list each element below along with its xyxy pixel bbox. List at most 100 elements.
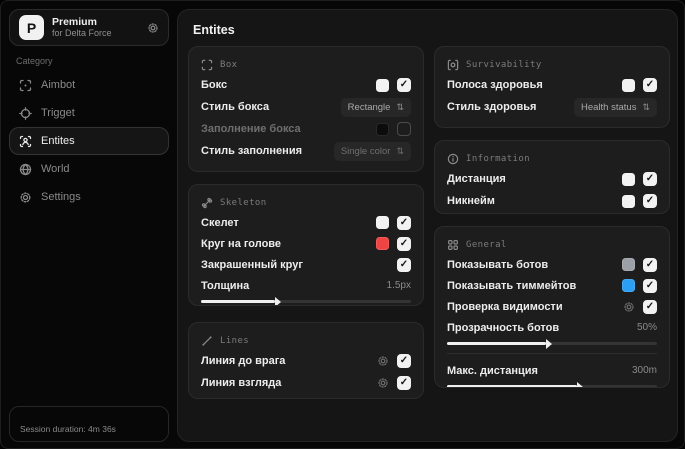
sidebar-item-aimbot[interactable]: Aimbot — [9, 71, 169, 99]
card-title: Skeleton — [220, 197, 267, 208]
box-fill-color-swatch[interactable] — [376, 122, 389, 136]
slider-fill — [201, 296, 280, 305]
fill-style-select[interactable]: Single color ⇅ — [333, 141, 411, 161]
box-style-select[interactable]: Rectangle ⇅ — [340, 97, 411, 117]
box-fill-checkbox[interactable] — [397, 122, 411, 136]
health-bar-color-swatch[interactable] — [622, 78, 635, 92]
max-distance-slider[interactable] — [447, 381, 657, 387]
bot-opacity-label: Прозрачность ботов — [447, 321, 560, 334]
session-duration: Session duration: 4m 36s — [20, 424, 116, 434]
bot-opacity-value: 50% — [636, 322, 657, 333]
view-line-label: Линия взгляда — [201, 377, 282, 389]
box-checkbox[interactable] — [397, 78, 411, 92]
max-distance-value: 300m — [631, 365, 657, 376]
lines-card: Lines Линия до врага Линия взгляда — [188, 322, 424, 399]
skeleton-toggle-label: Скелет — [201, 216, 239, 229]
app-window: P Premium for Delta Force Category Aimbo… — [0, 0, 685, 449]
card-title: Box — [220, 59, 238, 70]
category-label: Category — [16, 56, 53, 66]
box-card: Box Бокс Стиль бокса Rectangle ⇅ Заполне… — [188, 46, 424, 172]
sidebar-item-world[interactable]: World — [9, 155, 169, 183]
main-panel: Entites Box Бокс Стиль бокса Rectangle — [177, 9, 678, 442]
show-teammates-checkbox[interactable] — [643, 278, 657, 293]
chevron-up-down-icon: ⇅ — [396, 101, 404, 112]
divider — [447, 353, 657, 354]
slider-fill — [447, 381, 584, 387]
information-icon — [447, 153, 459, 164]
nickname-label: Никнейм — [447, 195, 495, 207]
filled-circle-label: Закрашенный круг — [201, 258, 303, 271]
skeleton-icon — [201, 197, 213, 208]
sidebar-item-label: World — [41, 163, 70, 175]
view-line-checkbox[interactable] — [397, 376, 411, 390]
thickness-slider[interactable] — [201, 296, 411, 305]
teammates-color-swatch[interactable] — [622, 279, 635, 292]
distance-checkbox[interactable] — [643, 172, 657, 186]
line-settings-gear-icon[interactable] — [377, 355, 389, 367]
enemy-line-label: Линия до врага — [201, 355, 286, 367]
head-circle-color-swatch[interactable] — [376, 237, 389, 250]
fill-style-label: Стиль заполнения — [201, 145, 303, 157]
distance-color-swatch[interactable] — [622, 172, 635, 186]
brand-subtitle: for Delta Force — [52, 28, 112, 39]
page-title: Entites — [193, 23, 235, 37]
card-title: Information — [466, 153, 531, 164]
bots-color-swatch[interactable] — [622, 258, 635, 271]
filled-circle-checkbox[interactable] — [397, 257, 411, 272]
line-settings-gear-icon[interactable] — [377, 377, 389, 389]
show-bots-label: Показывать ботов — [447, 258, 549, 271]
chevron-up-down-icon: ⇅ — [642, 101, 650, 112]
brand-card: P Premium for Delta Force — [9, 9, 169, 46]
world-icon — [19, 163, 32, 175]
head-circle-label: Круг на голове — [201, 237, 282, 250]
box-color-swatch[interactable] — [376, 78, 389, 92]
brand-title: Premium — [52, 16, 97, 29]
sidebar-item-label: Trigget — [41, 107, 75, 119]
session-box: Session duration: 4m 36s — [9, 406, 169, 442]
sidebar-item-settings[interactable]: Settings — [9, 183, 169, 211]
sidebar-item-label: Settings — [41, 191, 81, 203]
nickname-checkbox[interactable] — [643, 194, 657, 208]
survivability-card: Survivability Полоса здоровья Стиль здор… — [434, 46, 670, 128]
aimbot-icon — [19, 79, 32, 91]
survivability-icon — [447, 59, 459, 70]
enemy-line-checkbox[interactable] — [397, 354, 411, 368]
skeleton-color-swatch[interactable] — [376, 216, 389, 229]
show-bots-checkbox[interactable] — [643, 257, 657, 272]
sidebar-item-label: Aimbot — [41, 79, 76, 91]
nickname-color-swatch[interactable] — [622, 194, 635, 208]
bot-opacity-slider[interactable] — [447, 338, 657, 349]
card-title: General — [466, 239, 507, 250]
box-toggle-label: Бокс — [201, 79, 228, 91]
box-style-label: Стиль бокса — [201, 101, 270, 113]
sidebar-item-entites[interactable]: Entites — [9, 127, 169, 155]
general-icon — [448, 239, 458, 250]
head-circle-checkbox[interactable] — [397, 236, 411, 251]
skeleton-checkbox[interactable] — [397, 215, 411, 230]
distance-label: Дистанция — [447, 173, 506, 185]
trigger-icon — [19, 106, 32, 120]
thickness-value: 1.5px — [386, 280, 411, 291]
gear-icon[interactable] — [147, 22, 159, 34]
health-bar-label: Полоса здоровья — [447, 79, 543, 91]
brand-logo: P — [19, 15, 44, 40]
visibility-check-checkbox[interactable] — [643, 299, 657, 314]
skeleton-card: Skeleton Скелет Круг на голове Закрашенн… — [188, 184, 424, 306]
health-style-label: Стиль здоровья — [447, 101, 537, 113]
slider-fill — [447, 338, 552, 349]
settings-gear-icon — [20, 192, 31, 202]
entities-icon — [19, 135, 32, 147]
max-distance-label: Макс. дистанция — [447, 364, 538, 377]
health-style-select[interactable]: Health status ⇅ — [574, 97, 657, 117]
sidebar-item-label: Entites — [41, 135, 75, 147]
card-title: Survivability — [466, 59, 542, 70]
sidebar: P Premium for Delta Force Category Aimbo… — [1, 1, 177, 448]
general-card: General Показывать ботов Показывать тимм… — [434, 226, 670, 388]
lines-icon — [202, 335, 212, 346]
sidebar-item-trigget[interactable]: Trigget — [9, 99, 169, 127]
visibility-check-label: Проверка видимости — [447, 300, 563, 313]
sidebar-nav: Aimbot Trigget Entites World Settings — [9, 71, 169, 211]
visibility-settings-gear-icon[interactable] — [623, 301, 635, 313]
show-teammates-label: Показывать тиммейтов — [447, 279, 577, 292]
health-bar-checkbox[interactable] — [643, 78, 657, 92]
